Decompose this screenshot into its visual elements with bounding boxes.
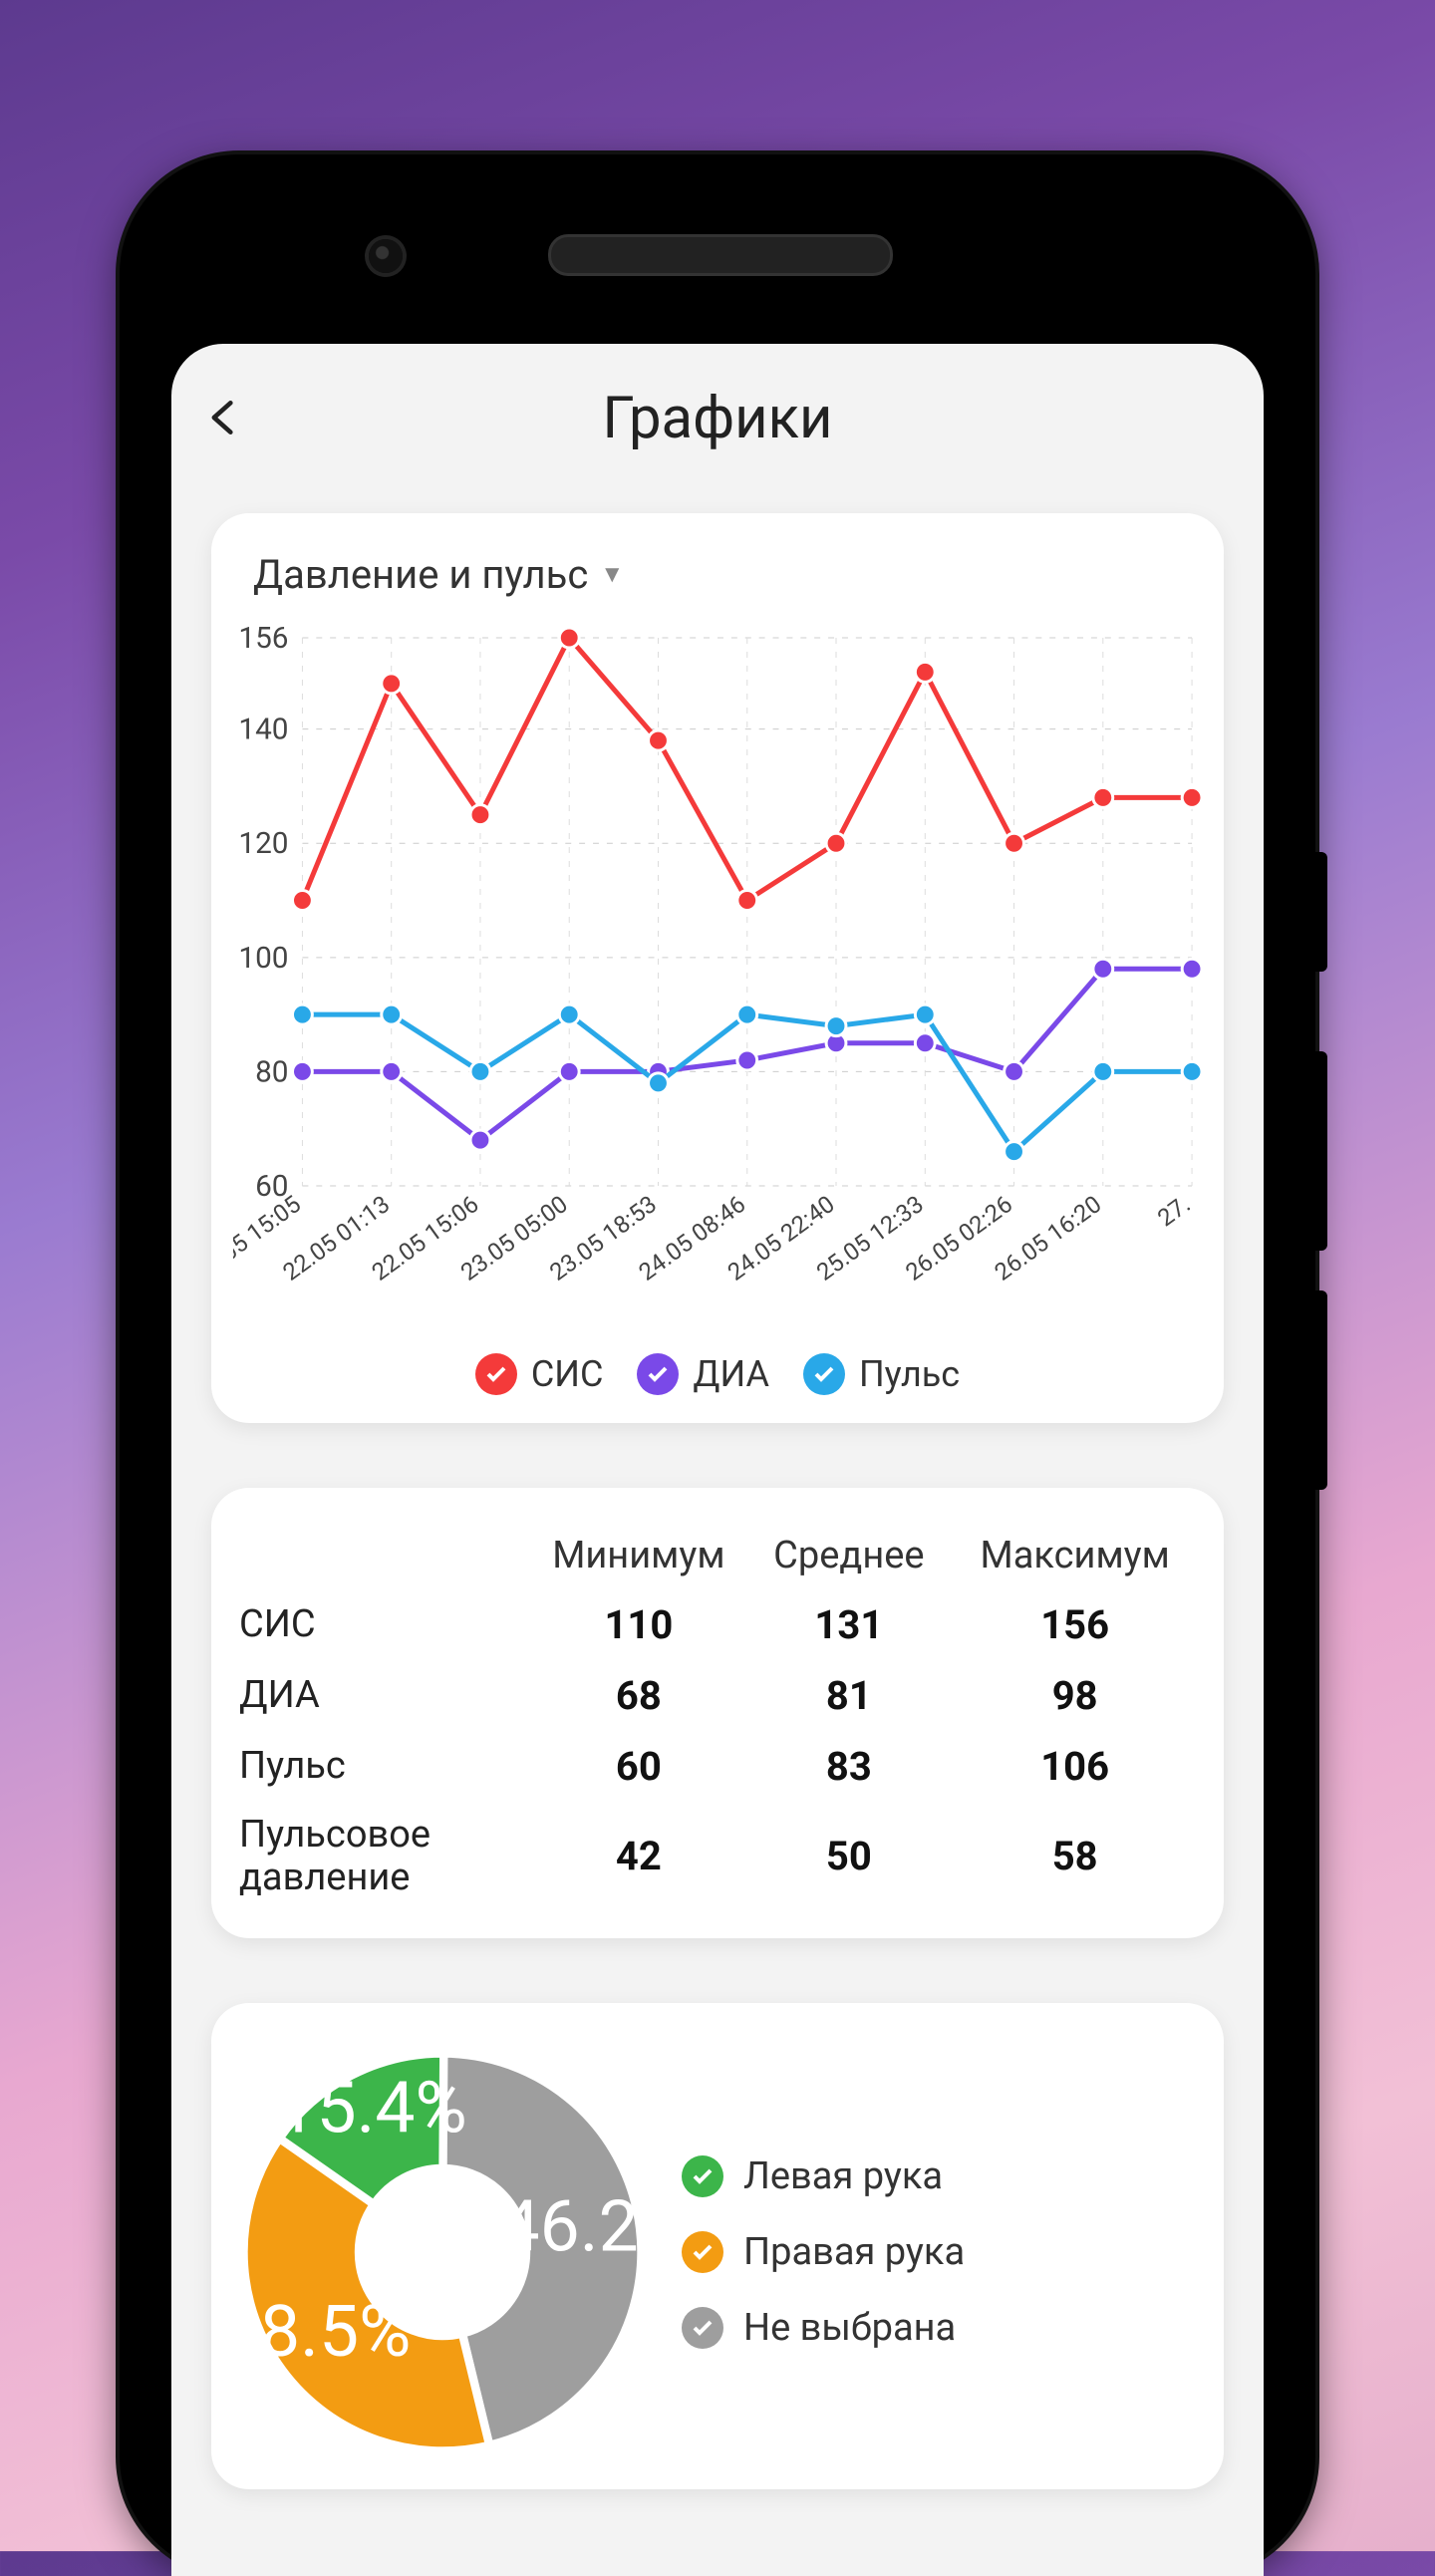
- donut-legend: Левая рука Правая рука Не выбрана: [682, 2154, 1202, 2350]
- donut-legend-item: Не выбрана: [682, 2306, 1202, 2350]
- stats-row-label: Пульс: [239, 1745, 533, 1788]
- camera-dot: [369, 239, 403, 273]
- svg-text:156: 156: [238, 621, 288, 656]
- stats-min: 68: [533, 1672, 743, 1719]
- donut-chart[interactable]: 46.2% 38.5% 15.4%: [233, 2043, 652, 2461]
- stats-header-cell: Среднее: [743, 1534, 954, 1577]
- svg-text:15.4%: 15.4%: [276, 2068, 466, 2150]
- phone-frame: Графики Давление и пульс ▼ 60 80 100 120 140…: [120, 154, 1315, 2576]
- svg-text:120: 120: [238, 826, 288, 861]
- screen: Графики Давление и пульс ▼ 60 80 100 120 140…: [171, 344, 1264, 2576]
- legend-toggle-sys[interactable]: СИС: [475, 1353, 604, 1395]
- side-button: [1315, 1290, 1327, 1490]
- stats-avg: 81: [743, 1672, 954, 1719]
- stats-header-cell: Максимум: [954, 1534, 1196, 1577]
- stats-row: СИС110131156: [233, 1589, 1202, 1660]
- chart-legend: СИС ДИА Пульс: [233, 1353, 1202, 1395]
- stats-row-label: СИС: [239, 1603, 533, 1646]
- app-header: Графики: [171, 344, 1264, 493]
- stats-min: 42: [533, 1833, 743, 1879]
- check-icon: [637, 1353, 679, 1395]
- chevron-left-icon: [201, 396, 245, 439]
- svg-text:46.2%: 46.2%: [500, 2186, 652, 2269]
- check-icon: [682, 2307, 723, 2349]
- stats-max: 98: [954, 1672, 1196, 1719]
- stats-row-label: Пульсовое давление: [239, 1814, 533, 1898]
- donut-legend-label: Правая рука: [743, 2230, 965, 2274]
- side-button: [1315, 1051, 1327, 1251]
- stats-row: Пульс6083106: [233, 1731, 1202, 1802]
- stats-row-label: ДИА: [239, 1674, 533, 1717]
- legend-toggle-pulse[interactable]: Пульс: [803, 1353, 960, 1395]
- check-icon: [682, 2231, 723, 2273]
- stats-max: 106: [954, 1743, 1196, 1790]
- svg-text:140: 140: [238, 713, 288, 747]
- legend-label: Пульс: [859, 1353, 960, 1395]
- svg-text:100: 100: [238, 941, 288, 976]
- cards-column: Давление и пульс ▼ 608010012014015621.05…: [171, 493, 1264, 2576]
- back-button[interactable]: [201, 384, 281, 454]
- svg-text:80: 80: [255, 1054, 288, 1089]
- earpiece: [548, 234, 893, 276]
- donut-legend-item: Левая рука: [682, 2154, 1202, 2198]
- legend-label: ДИА: [693, 1353, 769, 1395]
- chart-card: Давление и пульс ▼ 608010012014015621.05…: [211, 513, 1224, 1423]
- donut-hole: [383, 2192, 502, 2312]
- check-icon: [803, 1353, 845, 1395]
- legend-toggle-dia[interactable]: ДИА: [637, 1353, 769, 1395]
- check-icon: [682, 2155, 723, 2197]
- stats-avg: 83: [743, 1743, 954, 1790]
- stats-max: 58: [954, 1833, 1196, 1879]
- svg-text:38.5%: 38.5%: [233, 2291, 411, 2374]
- legend-label: СИС: [531, 1353, 604, 1395]
- stats-min: 110: [533, 1601, 743, 1648]
- side-button: [1315, 852, 1327, 972]
- dropdown-label: Давление и пульс: [253, 551, 588, 598]
- page-title: Графики: [281, 385, 1234, 452]
- metric-dropdown[interactable]: Давление и пульс ▼: [233, 547, 1202, 608]
- check-icon: [475, 1353, 517, 1395]
- stats-header-cell: Минимум: [533, 1534, 743, 1577]
- stats-row: Пульсовое давление425058: [233, 1802, 1202, 1910]
- chevron-down-icon: ▼: [600, 560, 624, 589]
- stats-min: 60: [533, 1743, 743, 1790]
- stats-avg: 50: [743, 1833, 954, 1879]
- stats-avg: 131: [743, 1601, 954, 1648]
- donut-legend-item: Правая рука: [682, 2230, 1202, 2274]
- svg-text:27.: 27.: [1152, 1190, 1195, 1232]
- line-chart[interactable]: 608010012014015621.05 15:0522.05 01:1322…: [233, 618, 1202, 1315]
- donut-card: 46.2% 38.5% 15.4% Левая рука Правая рука Не …: [211, 2003, 1224, 2489]
- donut-legend-label: Левая рука: [743, 2154, 943, 2198]
- stats-max: 156: [954, 1601, 1196, 1648]
- donut-legend-label: Не выбрана: [743, 2306, 956, 2350]
- stats-row: ДИА688198: [233, 1660, 1202, 1731]
- stats-card: МинимумСреднееМаксимумСИС110131156ДИА688…: [211, 1488, 1224, 1938]
